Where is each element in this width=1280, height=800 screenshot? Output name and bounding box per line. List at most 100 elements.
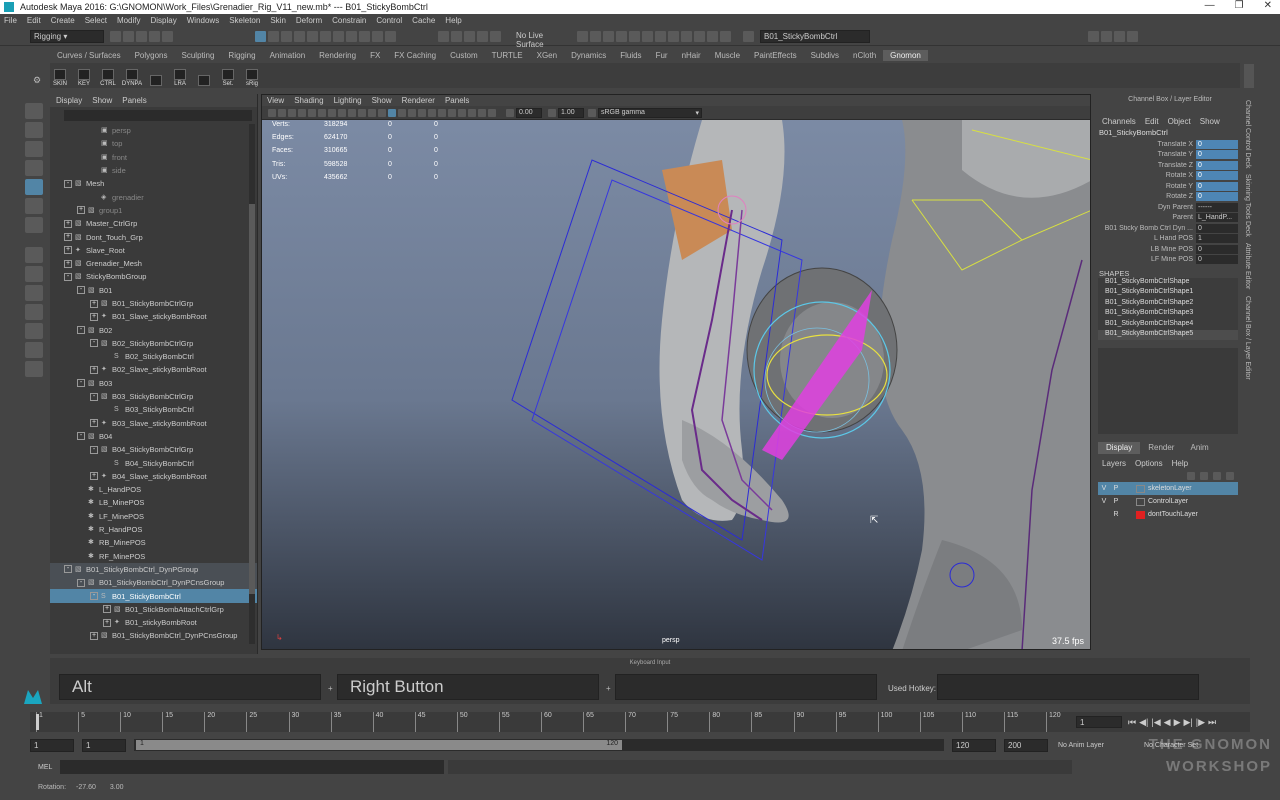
expand-toggle-icon[interactable]: + xyxy=(103,618,111,627)
history-icon[interactable] xyxy=(577,30,588,42)
outliner-item[interactable]: - ▧ B04 xyxy=(50,430,257,443)
move-layer-down-icon[interactable] xyxy=(1200,472,1208,481)
step-back-key-icon[interactable]: ◀| xyxy=(1139,717,1148,728)
toggle-channel-box-icon[interactable] xyxy=(1127,30,1138,42)
render-frame-icon[interactable] xyxy=(590,30,601,42)
menu-skeleton[interactable]: Skeleton xyxy=(229,16,260,25)
shelf-tab-sculpting[interactable]: Sculpting xyxy=(175,50,222,61)
outliner-item[interactable]: - ▧ B02 xyxy=(50,323,257,336)
layer-playback-toggle[interactable]: P xyxy=(1110,498,1122,505)
expand-toggle-icon[interactable]: + xyxy=(90,312,98,321)
outliner-item[interactable]: ✱ LB_MinePOS xyxy=(50,496,257,509)
channel-value-field[interactable]: L_HandP... xyxy=(1196,213,1238,223)
shelf-button-ctrl[interactable]: CTRL xyxy=(98,65,118,87)
outliner-item[interactable]: - ▧ B04_StickyBombCtrlGrp xyxy=(50,443,257,456)
exposure-field[interactable]: 0.00 xyxy=(516,107,542,118)
shelf-tab-rigging[interactable]: Rigging xyxy=(221,50,262,61)
menu-cache[interactable]: Cache xyxy=(412,16,435,25)
new-empty-layer-icon[interactable] xyxy=(1213,472,1221,481)
channel-value-field[interactable]: 0 xyxy=(1196,244,1238,254)
expand-toggle-icon[interactable]: - xyxy=(90,592,98,601)
snap-point-icon[interactable] xyxy=(464,30,475,42)
shelf-tab-gnomon[interactable]: Gnomon xyxy=(883,50,928,61)
channel-row[interactable]: LB Mine POS 0 xyxy=(1098,244,1242,255)
live-surface-label[interactable]: No Live Surface xyxy=(513,29,573,49)
expand-toggle-icon[interactable]: - xyxy=(77,379,85,388)
mask-surfaces-icon[interactable] xyxy=(333,30,344,42)
expand-toggle-icon[interactable]: + xyxy=(103,605,111,614)
shelf-button-set[interactable]: Set. xyxy=(218,65,238,87)
layer-tab-display[interactable]: Display xyxy=(1098,442,1141,455)
outliner-item[interactable]: + ▧ Dont_Touch_Grp xyxy=(50,230,257,243)
expand-toggle-icon[interactable]: - xyxy=(77,326,85,335)
layer-menu-help[interactable]: Help xyxy=(1172,459,1188,468)
outliner-item[interactable]: + ✦ B01_Slave_stickyBombRoot xyxy=(50,310,257,323)
shelf-tab-ncloth[interactable]: nCloth xyxy=(846,50,883,61)
channel-name[interactable]: Translate Z xyxy=(1098,162,1196,169)
channel-row[interactable]: Dyn Parent ------ xyxy=(1098,202,1242,213)
outliner-item[interactable]: ✱ L_HandPOS xyxy=(50,483,257,496)
outliner-item[interactable]: - ▧ StickyBombGroup xyxy=(50,270,257,283)
start-frame-field[interactable]: 1 xyxy=(30,738,74,752)
channel-value-field[interactable]: 0 xyxy=(1196,192,1238,202)
range-bar[interactable]: 1 120 xyxy=(134,739,944,751)
mask-rendering-icon[interactable] xyxy=(372,30,383,42)
channel-name[interactable]: LB Mine POS xyxy=(1098,246,1196,253)
step-back-frame-icon[interactable]: |◀ xyxy=(1151,717,1160,728)
snap-plane-icon[interactable] xyxy=(477,30,488,42)
maximize-button[interactable]: ❐ xyxy=(1235,0,1244,11)
expand-toggle-icon[interactable]: + xyxy=(90,365,98,374)
outliner-item[interactable]: - ▧ B03 xyxy=(50,377,257,390)
channel-row[interactable]: Parent L_HandP... xyxy=(1098,213,1242,224)
outliner-item[interactable]: S B03_StickyBombCtrl xyxy=(50,403,257,416)
layer-row[interactable]: V P ControlLayer xyxy=(1098,495,1238,508)
expand-toggle-icon[interactable]: + xyxy=(90,631,98,640)
channel-value-field[interactable]: 0 xyxy=(1196,150,1238,160)
layer-color-swatch[interactable] xyxy=(1136,510,1145,519)
outliner-item[interactable]: ▣ persp xyxy=(50,124,257,137)
outliner-item[interactable]: + ✦ B04_Slave_stickyBombRoot xyxy=(50,470,257,483)
shadows-icon[interactable] xyxy=(428,108,436,117)
shelf-button-lra[interactable]: LRA xyxy=(170,65,190,87)
select-component-icon[interactable] xyxy=(281,30,292,42)
safe-action-icon[interactable] xyxy=(358,108,366,117)
channel-value-field[interactable]: ------ xyxy=(1196,202,1238,212)
channel-value-field[interactable]: 0 xyxy=(1196,160,1238,170)
shelf-tab-muscle[interactable]: Muscle xyxy=(708,50,747,61)
layer-tab-render[interactable]: Render xyxy=(1140,442,1182,454)
isolate-select-icon[interactable] xyxy=(458,108,466,117)
toggle-tool-settings-icon[interactable] xyxy=(1114,30,1125,42)
shelf-settings-icon[interactable]: ⚙ xyxy=(33,75,43,85)
menu-deform[interactable]: Deform xyxy=(296,16,322,25)
menu-skin[interactable]: Skin xyxy=(270,16,286,25)
select-tool-icon[interactable] xyxy=(25,103,43,119)
channel-row[interactable]: B01 Sticky Bomb Ctrl Dyn ... 0 xyxy=(1098,223,1242,234)
outliner-search-input[interactable] xyxy=(64,110,252,121)
shelf-tab-fx-caching[interactable]: FX Caching xyxy=(387,50,443,61)
shelf-tab-polygons[interactable]: Polygons xyxy=(128,50,175,61)
light-editor-icon[interactable] xyxy=(655,30,666,42)
menu-edit[interactable]: Edit xyxy=(27,16,41,25)
shelf-tab-xgen[interactable]: XGen xyxy=(530,50,564,61)
outliner-item[interactable]: S B02_StickyBombCtrl xyxy=(50,350,257,363)
side-tab-channel-box-layer-editor[interactable]: Channel Box / Layer Editor xyxy=(1244,296,1251,380)
undo-icon[interactable] xyxy=(149,30,160,42)
pref-icon[interactable] xyxy=(668,30,679,42)
viewport-menu-panels[interactable]: Panels xyxy=(445,96,469,105)
channel-value-field[interactable]: 0 xyxy=(1196,181,1238,191)
xray-icon[interactable] xyxy=(468,108,476,117)
end-frame-field[interactable]: 200 xyxy=(1004,738,1048,752)
shelf-tab-fluids[interactable]: Fluids xyxy=(613,50,648,61)
channel-row[interactable]: Rotate Y0 xyxy=(1098,181,1242,192)
channel-menu-channels[interactable]: Channels xyxy=(1102,117,1136,126)
layer-tab-anim[interactable]: Anim xyxy=(1182,442,1216,454)
outliner-item[interactable]: ◈ grenadier xyxy=(50,190,257,203)
expand-toggle-icon[interactable]: + xyxy=(64,219,72,228)
current-frame-field[interactable]: 1 xyxy=(1076,716,1122,728)
expand-toggle-icon[interactable]: + xyxy=(77,206,85,215)
paint-icon[interactable] xyxy=(707,30,718,42)
outliner-item[interactable]: + ▧ B01_StickyBombCtrlGrp xyxy=(50,297,257,310)
gate-mask-icon[interactable] xyxy=(338,108,346,117)
hypershade-icon[interactable] xyxy=(629,30,640,42)
shape-item[interactable]: B01_StickyBombCtrlShape xyxy=(1098,278,1238,289)
